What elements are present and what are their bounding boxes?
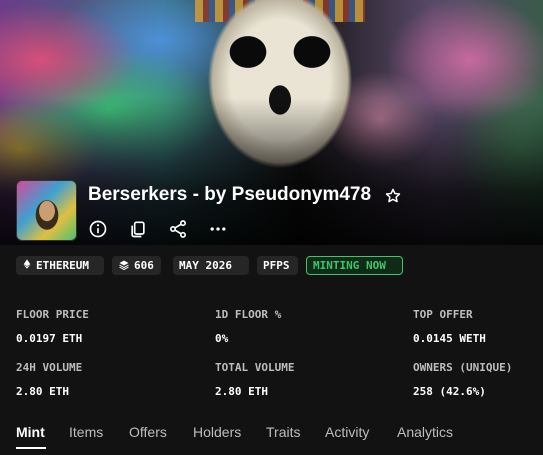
chain-badge[interactable]: ETHEREUM	[16, 256, 104, 275]
tab-mint[interactable]: Mint	[16, 424, 45, 440]
tab-items[interactable]: Items	[69, 424, 103, 440]
floor-change-value: 0%	[215, 332, 229, 345]
tab-traits[interactable]: Traits	[266, 424, 300, 440]
ethereum-icon	[23, 259, 31, 269]
floor-price-label: FLOOR PRICE	[16, 308, 89, 321]
tab-activity[interactable]: Activity	[325, 424, 369, 440]
minting-status-badge[interactable]: MINTING NOW	[306, 256, 403, 275]
tab-offers[interactable]: Offers	[129, 424, 167, 440]
top-offer-value: 0.0145 WETH	[413, 332, 486, 345]
total-volume-label: TOTAL VOLUME	[215, 361, 295, 374]
supply-label: 606	[134, 259, 154, 272]
owners-value: 258 (42.6%)	[413, 385, 486, 398]
chain-label: ETHEREUM	[36, 259, 89, 272]
active-tab-indicator	[16, 447, 46, 449]
star-icon[interactable]	[384, 187, 402, 205]
collection-banner	[0, 0, 543, 245]
collection-title: Berserkers - by Pseudonym478	[88, 184, 372, 205]
date-badge[interactable]: MAY 2026	[173, 256, 249, 275]
volume-24h-value: 2.80 ETH	[16, 385, 69, 398]
copy-icon[interactable]	[128, 219, 148, 239]
total-volume-value: 2.80 ETH	[215, 385, 268, 398]
share-icon[interactable]	[168, 219, 188, 239]
layers-icon	[119, 260, 129, 271]
info-icon[interactable]	[88, 219, 108, 239]
tab-holders[interactable]: Holders	[193, 424, 241, 440]
floor-price-value: 0.0197 ETH	[16, 332, 83, 345]
banner-gradient-overlay	[0, 0, 543, 245]
tab-analytics[interactable]: Analytics	[397, 424, 453, 440]
more-icon[interactable]	[208, 219, 228, 239]
category-badge[interactable]: PFPS	[257, 256, 298, 275]
volume-24h-label: 24H VOLUME	[16, 361, 83, 374]
collection-avatar[interactable]	[16, 180, 77, 241]
supply-badge[interactable]: 606	[112, 256, 161, 275]
top-offer-label: TOP OFFER	[413, 308, 473, 321]
floor-change-label: 1D FLOOR %	[215, 308, 282, 321]
owners-label: OWNERS (UNIQUE)	[413, 361, 513, 374]
collection-tabs: Mint Items Offers Holders Traits Activit…	[0, 420, 543, 455]
